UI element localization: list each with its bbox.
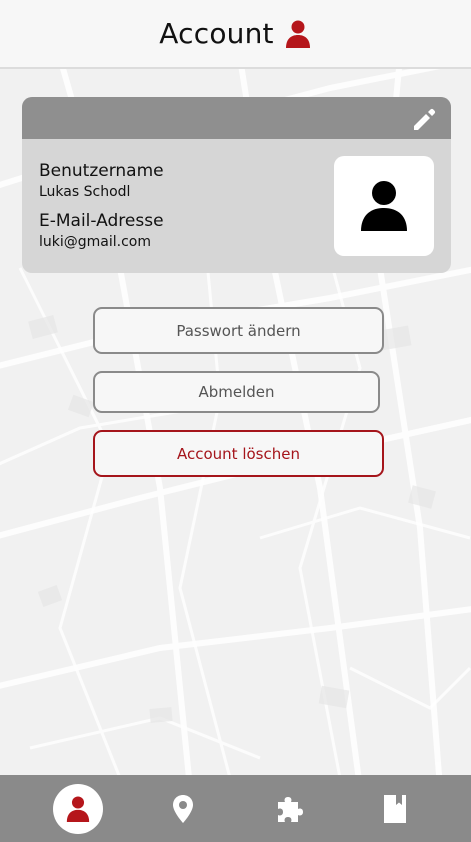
logout-button[interactable]: Abmelden <box>93 371 380 413</box>
username-value: Lukas Schodl <box>39 184 131 200</box>
bottom-nav <box>0 775 471 842</box>
nav-book[interactable] <box>365 775 425 842</box>
person-icon <box>66 795 90 822</box>
profile-card: Benutzername Lukas Schodl E-Mail-Adresse… <box>22 97 451 273</box>
nav-account[interactable] <box>48 775 108 842</box>
nav-puzzle[interactable] <box>261 775 321 842</box>
username-label: Benutzername <box>39 161 164 181</box>
nav-map[interactable] <box>153 775 213 842</box>
email-value: luki@gmail.com <box>39 234 151 250</box>
app-header: Account <box>0 0 471 69</box>
person-icon <box>361 181 407 231</box>
page-title: Account <box>159 17 274 50</box>
delete-account-button[interactable]: Account löschen <box>93 430 384 477</box>
change-password-button[interactable]: Passwort ändern <box>93 307 384 354</box>
profile-card-body: Benutzername Lukas Schodl E-Mail-Adresse… <box>22 139 451 273</box>
email-label: E-Mail-Adresse <box>39 211 164 231</box>
puzzle-icon <box>278 796 303 822</box>
avatar[interactable] <box>334 156 434 256</box>
map-pin-icon <box>173 794 193 823</box>
pencil-icon[interactable] <box>411 107 437 133</box>
book-icon <box>384 794 406 823</box>
person-icon <box>284 19 312 49</box>
profile-card-header <box>22 97 451 139</box>
